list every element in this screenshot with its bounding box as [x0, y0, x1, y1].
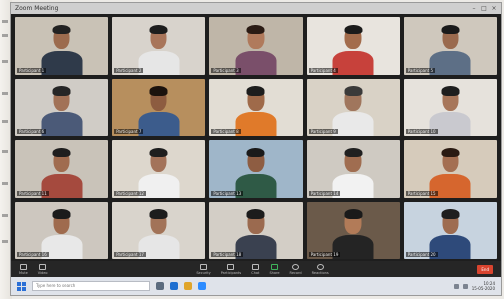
participant-video-tile[interactable]: Participant 13 [209, 140, 303, 198]
os-taskbar: 10:24 15-05-2020 [11, 277, 501, 295]
zoom-app-icon[interactable] [198, 282, 206, 290]
participant-video-tile[interactable]: Participant 14 [306, 140, 400, 198]
participant-name: Participant 11 [17, 190, 49, 196]
smiley-icon [316, 263, 324, 270]
meeting-toolbar: Mute Video Security Participants Chat Sh… [11, 261, 501, 277]
participant-figure [332, 22, 374, 75]
participant-figure [138, 83, 180, 136]
participant-name: Participant 8 [211, 129, 241, 134]
window-title: Zoom Meeting [15, 5, 59, 12]
participant-name: Participant 14 [308, 190, 341, 196]
browser-icon[interactable] [170, 282, 178, 290]
task-view-icon[interactable] [156, 282, 164, 290]
record-icon [292, 263, 300, 270]
participant-video-tile[interactable]: Participant 2 [112, 17, 206, 75]
title-bar: Zoom Meeting – □ × [11, 3, 501, 14]
close-icon[interactable]: × [491, 6, 497, 12]
video-grid: Participant 1 Participant 2 Participant 3 P… [15, 17, 497, 259]
participant-video-tile[interactable]: Participant 11 [15, 140, 109, 198]
participant-name: Participant 4 [308, 67, 338, 73]
end-meeting-button[interactable]: End [477, 264, 494, 274]
participant-figure [429, 22, 471, 75]
participant-figure [235, 22, 277, 75]
reactions-button[interactable]: Reactions [312, 263, 329, 275]
chat-button[interactable]: Chat [251, 263, 259, 275]
participants-button[interactable]: Participants [221, 263, 241, 275]
participant-video-tile[interactable]: Participant 19 [306, 201, 400, 259]
participant-figure [138, 22, 180, 75]
participant-name: Participant 1 [17, 67, 47, 73]
participant-name: Participant 9 [308, 129, 338, 134]
participant-name: Participant 15 [405, 190, 438, 196]
file-explorer-icon[interactable] [184, 282, 192, 290]
video-button[interactable]: Video [38, 263, 48, 275]
minimize-icon[interactable]: – [471, 6, 477, 12]
participant-figure [332, 83, 374, 136]
meeting-window: Zoom Meeting – □ × Participant 1 Particip… [10, 2, 502, 296]
share-screen-button[interactable]: Share [269, 263, 280, 275]
share-screen-icon [270, 263, 278, 270]
participant-video-tile[interactable]: Participant 17 [112, 201, 206, 259]
participant-name: Participant 17 [114, 252, 146, 257]
windows-start-icon[interactable] [17, 281, 26, 291]
participant-figure [235, 83, 277, 136]
participant-name: Participant 5 [405, 67, 436, 73]
participant-video-tile[interactable]: Participant 6 [15, 78, 109, 136]
participant-figure [41, 83, 83, 136]
participant-video-tile[interactable]: Participant 1 [15, 17, 109, 75]
security-button[interactable]: Security [196, 263, 211, 275]
participant-video-tile[interactable]: Participant 12 [112, 140, 206, 198]
maximize-icon[interactable]: □ [481, 6, 487, 12]
participant-name: Participant 19 [308, 252, 341, 257]
participant-name: Participant 7 [114, 129, 144, 134]
participant-video-tile[interactable]: Participant 3 [209, 17, 303, 75]
people-icon [227, 263, 235, 270]
participant-name: Participant 2 [114, 67, 144, 73]
participant-name: Participant 16 [17, 252, 49, 257]
volume-icon[interactable] [462, 283, 468, 289]
participant-video-tile[interactable]: Participant 15 [403, 140, 497, 198]
participant-video-tile[interactable]: Participant 4 [306, 17, 400, 75]
taskbar-clock[interactable]: 10:24 15-05-2020 [472, 281, 495, 291]
camera-icon [39, 263, 47, 270]
participant-name: Participant 18 [211, 252, 244, 257]
taskbar-search-input[interactable] [32, 281, 150, 291]
participant-video-tile[interactable]: Participant 5 [403, 17, 497, 75]
participant-video-tile[interactable]: Participant 10 [403, 78, 497, 136]
participant-video-tile[interactable]: Participant 9 [306, 78, 400, 136]
chat-bubble-icon [251, 263, 259, 270]
participant-video-tile[interactable]: Participant 18 [209, 201, 303, 259]
record-button[interactable]: Record [290, 263, 302, 275]
participant-name: Participant 20 [405, 252, 438, 257]
participant-video-tile[interactable]: Participant 20 [403, 201, 497, 259]
participant-name: Participant 3 [211, 67, 241, 73]
participant-video-tile[interactable]: Participant 8 [209, 78, 303, 136]
participant-video-tile[interactable]: Participant 7 [112, 78, 206, 136]
network-icon[interactable] [453, 283, 459, 289]
participant-name: Participant 13 [211, 190, 244, 196]
participant-name: Participant 12 [114, 190, 146, 196]
participant-video-tile[interactable]: Participant 16 [15, 201, 109, 259]
microphone-icon [19, 263, 27, 270]
shield-icon [200, 263, 207, 270]
participant-name: Participant 6 [17, 129, 47, 134]
system-tray: 10:24 15-05-2020 [453, 281, 495, 291]
mute-button[interactable]: Mute [19, 263, 28, 275]
participant-figure [41, 22, 83, 75]
participant-name: Participant 10 [405, 129, 438, 134]
